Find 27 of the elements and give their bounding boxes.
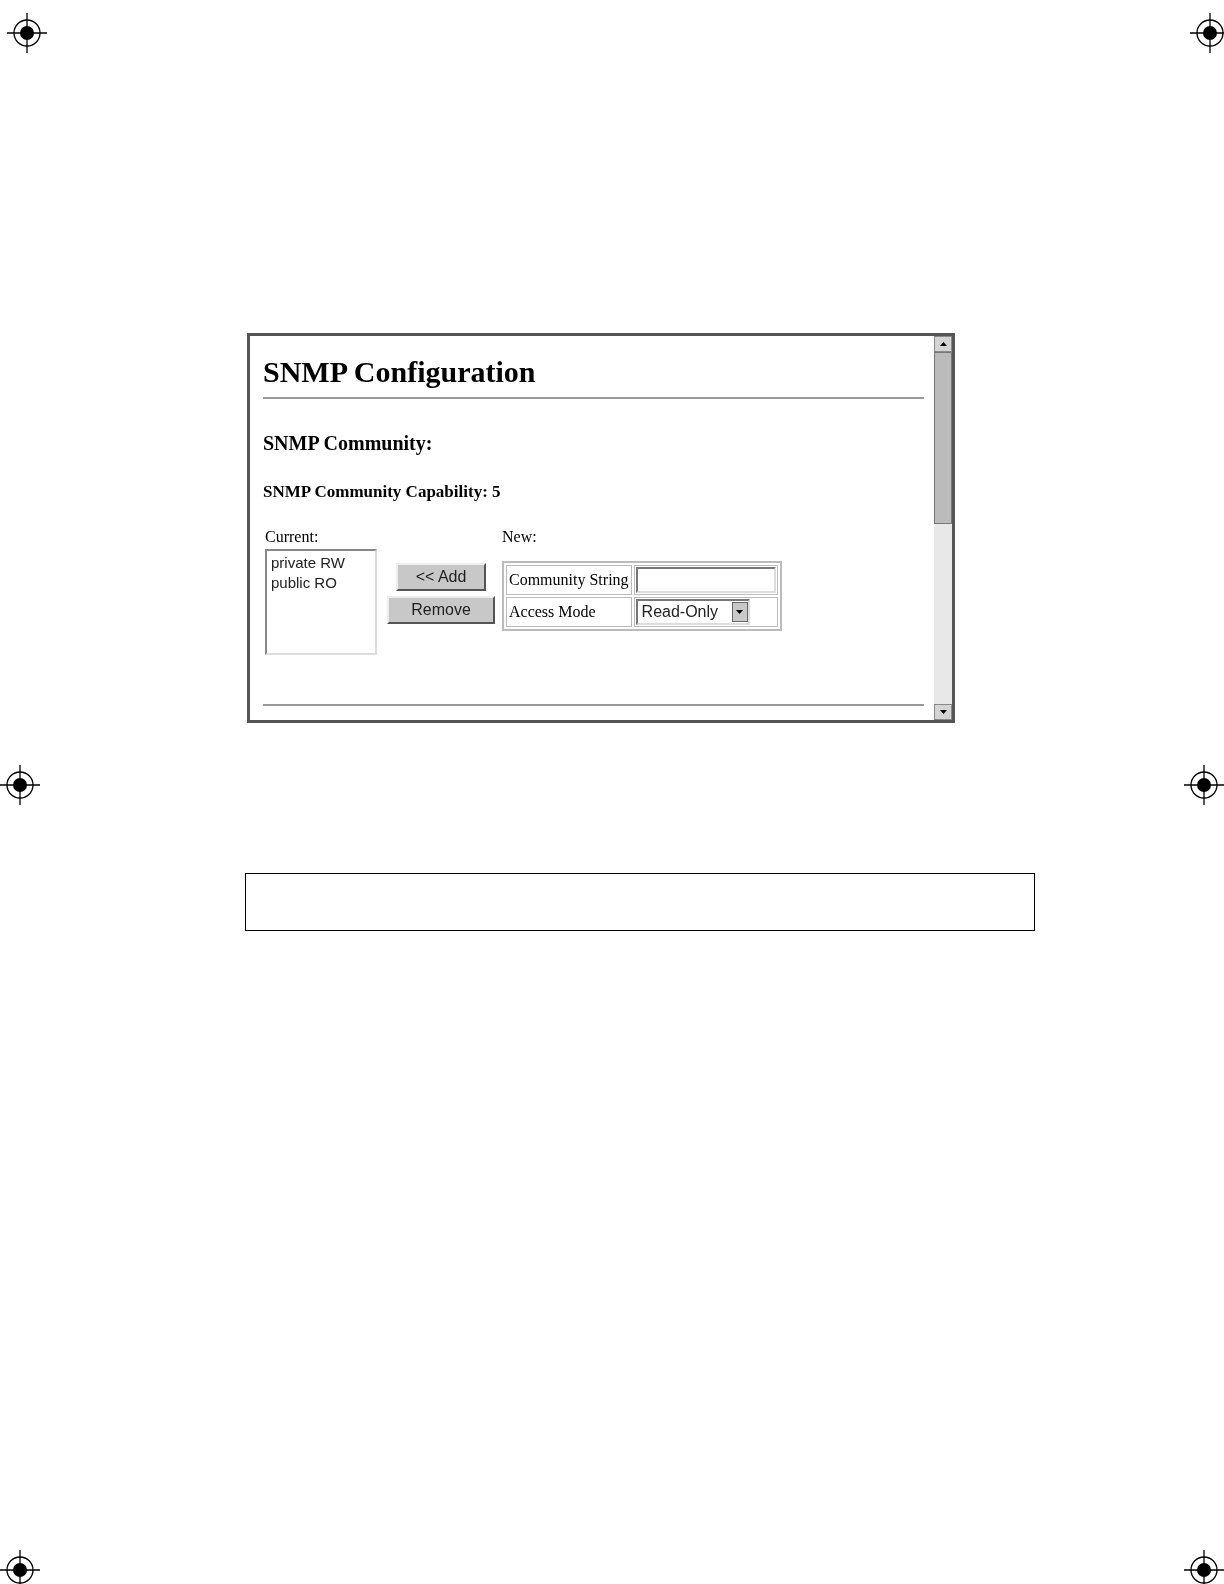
up-arrow-icon: [939, 342, 947, 346]
registration-mark-icon: [1184, 1550, 1224, 1584]
community-string-field[interactable]: [635, 567, 776, 593]
registration-mark-icon: [0, 1550, 40, 1584]
registration-mark-icon: [1184, 765, 1224, 805]
registration-mark-icon: [1190, 13, 1224, 53]
scroll-up-button[interactable]: [934, 336, 952, 352]
capability-text: SNMP Community Capability: 5: [263, 481, 502, 503]
community-list[interactable]: private RW public RO: [265, 549, 377, 655]
access-mode-dropdown[interactable]: Read-Only: [635, 599, 750, 625]
section-heading: SNMP Community:: [263, 431, 434, 455]
page-title: SNMP Configuration: [263, 354, 537, 390]
scroll-down-button[interactable]: [934, 704, 952, 720]
registration-mark-icon: [0, 765, 40, 805]
remove-button[interactable]: Remove: [387, 596, 495, 624]
scroll-thumb[interactable]: [934, 352, 952, 524]
dropdown-arrow-icon: [736, 610, 744, 614]
registration-mark-icon: [7, 13, 47, 53]
list-item[interactable]: private RW: [271, 553, 345, 573]
field-label: Community String: [506, 565, 632, 595]
scrollbar[interactable]: [934, 336, 952, 720]
list-item[interactable]: public RO: [271, 573, 337, 593]
field-label: Access Mode: [506, 597, 632, 627]
add-button[interactable]: << Add: [396, 563, 486, 591]
down-arrow-icon: [939, 710, 947, 714]
current-label: Current:: [265, 527, 320, 547]
new-label: New:: [502, 527, 538, 547]
